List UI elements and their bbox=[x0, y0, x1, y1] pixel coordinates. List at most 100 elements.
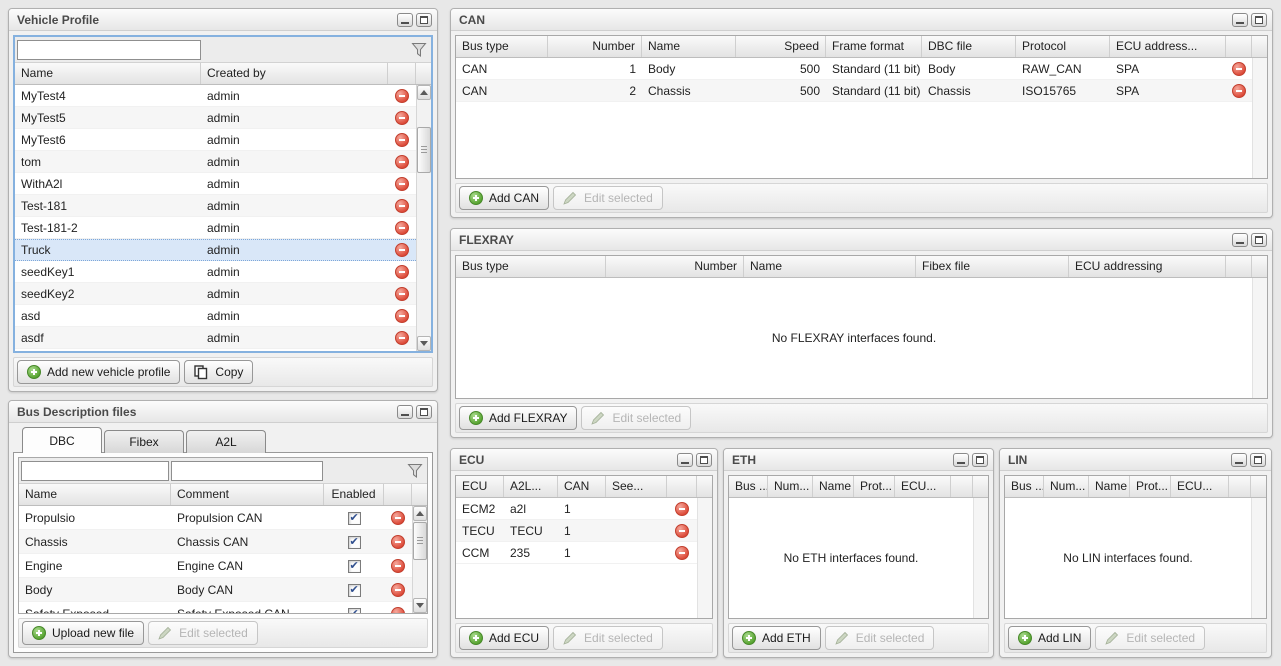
delete-icon[interactable] bbox=[395, 133, 409, 147]
upload-new-file-button[interactable]: Upload new file bbox=[22, 621, 144, 645]
column-header-number[interactable]: Number bbox=[606, 256, 744, 277]
edit-selected-button[interactable]: Edit selected bbox=[553, 626, 663, 650]
column-header-number[interactable]: Num... bbox=[1044, 476, 1089, 497]
scroll-down-button[interactable] bbox=[417, 336, 431, 351]
column-header-a2l[interactable]: A2L... bbox=[504, 476, 558, 497]
column-header-name[interactable]: Name bbox=[1089, 476, 1130, 497]
delete-icon[interactable] bbox=[395, 89, 409, 103]
delete-icon[interactable] bbox=[395, 177, 409, 191]
edit-selected-button[interactable]: Edit selected bbox=[553, 186, 663, 210]
edit-selected-button[interactable]: Edit selected bbox=[148, 621, 258, 645]
maximize-button[interactable] bbox=[696, 453, 712, 467]
column-header-bus-type[interactable]: Bus type bbox=[456, 36, 548, 57]
edit-selected-button[interactable]: Edit selected bbox=[581, 406, 691, 430]
comment-filter-input[interactable] bbox=[171, 461, 323, 481]
table-row[interactable]: MyTest4admin bbox=[15, 85, 416, 107]
edit-selected-button[interactable]: Edit selected bbox=[1095, 626, 1205, 650]
column-header-fibex-file[interactable]: Fibex file bbox=[916, 256, 1069, 277]
table-row[interactable]: MyTest6admin bbox=[15, 129, 416, 151]
delete-icon[interactable] bbox=[391, 583, 405, 597]
scrollbar-thumb[interactable] bbox=[417, 127, 431, 173]
column-header-protocol[interactable]: Prot... bbox=[854, 476, 895, 497]
add-vehicle-profile-button[interactable]: Add new vehicle profile bbox=[17, 360, 180, 384]
enabled-checkbox[interactable] bbox=[348, 584, 361, 597]
table-row[interactable]: BodyBody CAN bbox=[19, 578, 412, 602]
column-header-number[interactable]: Number bbox=[548, 36, 642, 57]
add-flexray-button[interactable]: Add FLEXRAY bbox=[459, 406, 577, 430]
delete-icon[interactable] bbox=[395, 243, 409, 257]
minimize-button[interactable] bbox=[1232, 233, 1248, 247]
column-header-ecu[interactable]: ECU bbox=[456, 476, 504, 497]
column-header-ecu-addressing[interactable]: ECU address... bbox=[1110, 36, 1226, 57]
column-header-enabled[interactable]: Enabled bbox=[324, 484, 384, 505]
table-row[interactable]: TECUTECU1 bbox=[456, 520, 697, 542]
column-header-seed[interactable]: See... bbox=[606, 476, 667, 497]
table-row[interactable]: WithA2ladmin bbox=[15, 173, 416, 195]
delete-icon[interactable] bbox=[675, 524, 689, 538]
enabled-checkbox[interactable] bbox=[348, 608, 361, 613]
column-header-created-by[interactable]: Created by bbox=[201, 63, 388, 84]
edit-selected-button[interactable]: Edit selected bbox=[825, 626, 935, 650]
minimize-button[interactable] bbox=[953, 453, 969, 467]
delete-icon[interactable] bbox=[675, 546, 689, 560]
column-header-name[interactable]: Name bbox=[19, 484, 171, 505]
table-row[interactable]: seedKey1admin bbox=[15, 261, 416, 283]
column-header-bus-type[interactable]: Bus ... bbox=[1005, 476, 1044, 497]
delete-icon[interactable] bbox=[391, 559, 405, 573]
column-header-dbc-file[interactable]: DBC file bbox=[922, 36, 1016, 57]
delete-icon[interactable] bbox=[391, 511, 405, 525]
delete-icon[interactable] bbox=[395, 309, 409, 323]
column-header-name[interactable]: Name bbox=[15, 63, 201, 84]
add-ecu-button[interactable]: Add ECU bbox=[459, 626, 549, 650]
table-row[interactable]: MyTest5admin bbox=[15, 107, 416, 129]
delete-icon[interactable] bbox=[395, 265, 409, 279]
maximize-button[interactable] bbox=[1250, 453, 1266, 467]
copy-button[interactable]: Copy bbox=[184, 360, 253, 384]
add-lin-button[interactable]: Add LIN bbox=[1008, 626, 1091, 650]
enabled-checkbox[interactable] bbox=[348, 536, 361, 549]
minimize-button[interactable] bbox=[1231, 453, 1247, 467]
filter-funnel-icon[interactable] bbox=[407, 463, 423, 479]
delete-icon[interactable] bbox=[395, 221, 409, 235]
minimize-button[interactable] bbox=[397, 13, 413, 27]
name-filter-input[interactable] bbox=[17, 40, 201, 60]
delete-icon[interactable] bbox=[395, 331, 409, 345]
add-can-button[interactable]: Add CAN bbox=[459, 186, 549, 210]
minimize-button[interactable] bbox=[677, 453, 693, 467]
maximize-button[interactable] bbox=[1251, 233, 1267, 247]
maximize-button[interactable] bbox=[1251, 13, 1267, 27]
column-header-ecu[interactable]: ECU... bbox=[895, 476, 951, 497]
tab-fibex[interactable]: Fibex bbox=[104, 430, 184, 453]
enabled-checkbox[interactable] bbox=[348, 560, 361, 573]
column-header-frame-format[interactable]: Frame format bbox=[826, 36, 922, 57]
name-filter-input[interactable] bbox=[21, 461, 169, 481]
table-row[interactable]: Test-181admin bbox=[15, 195, 416, 217]
table-row[interactable]: KKT1V4O8CHadmin bbox=[15, 349, 416, 351]
table-row[interactable]: EngineEngine CAN bbox=[19, 554, 412, 578]
tab-dbc[interactable]: DBC bbox=[22, 427, 102, 453]
table-row[interactable]: ECM2a2l1 bbox=[456, 498, 697, 520]
column-header-comment[interactable]: Comment bbox=[171, 484, 324, 505]
table-row[interactable]: CAN1Body500Standard (11 bit)BodyRAW_CANS… bbox=[456, 58, 1252, 80]
delete-icon[interactable] bbox=[1232, 62, 1246, 76]
delete-icon[interactable] bbox=[391, 607, 405, 613]
scroll-up-button[interactable] bbox=[417, 85, 431, 100]
add-eth-button[interactable]: Add ETH bbox=[732, 626, 821, 650]
scrollbar-thumb[interactable] bbox=[413, 522, 427, 560]
table-row[interactable]: Safety ExposedSafety Exposed CAN bbox=[19, 602, 412, 613]
delete-icon[interactable] bbox=[395, 287, 409, 301]
maximize-button[interactable] bbox=[416, 405, 432, 419]
tab-a2l[interactable]: A2L bbox=[186, 430, 266, 453]
column-header-name[interactable]: Name bbox=[642, 36, 736, 57]
column-header-bus-type[interactable]: Bus ... bbox=[729, 476, 768, 497]
table-row[interactable]: Test-181-2admin bbox=[15, 217, 416, 239]
delete-icon[interactable] bbox=[675, 502, 689, 516]
maximize-button[interactable] bbox=[972, 453, 988, 467]
delete-icon[interactable] bbox=[395, 111, 409, 125]
delete-icon[interactable] bbox=[1232, 84, 1246, 98]
minimize-button[interactable] bbox=[397, 405, 413, 419]
column-header-ecu[interactable]: ECU... bbox=[1171, 476, 1229, 497]
table-row[interactable]: PropulsioPropulsion CAN bbox=[19, 506, 412, 530]
scroll-up-button[interactable] bbox=[413, 506, 427, 521]
table-row[interactable]: CAN2Chassis500Standard (11 bit)ChassisIS… bbox=[456, 80, 1252, 102]
